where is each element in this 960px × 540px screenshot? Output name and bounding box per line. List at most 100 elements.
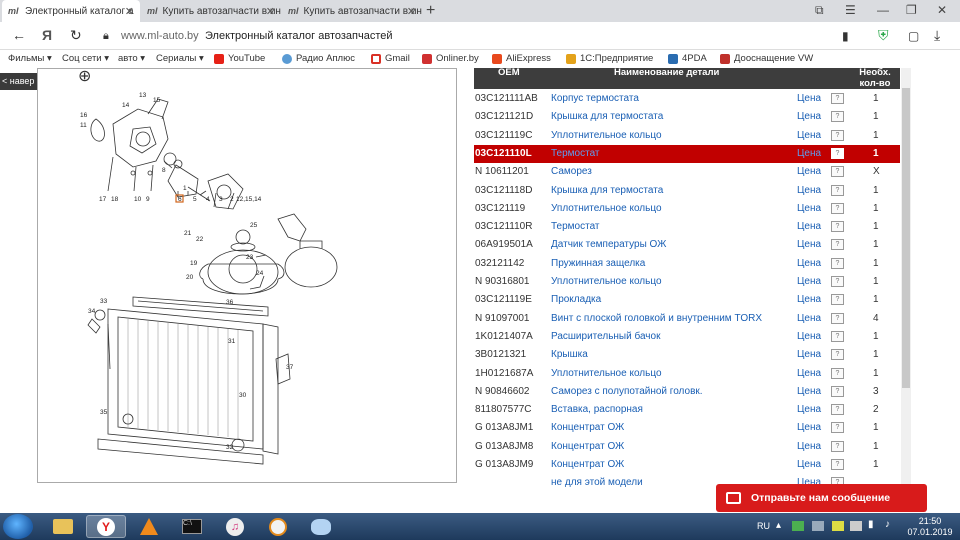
part-name-link[interactable]: Термостат [551, 148, 600, 159]
table-row[interactable]: 03C121110L Термостат Цена? 1 [474, 144, 900, 164]
price-link[interactable]: Цена [797, 130, 821, 141]
price-link[interactable]: Цена [797, 258, 821, 269]
part-name-link[interactable]: Датчик температуры ОЖ [551, 239, 666, 250]
price-link[interactable]: Цена [797, 239, 821, 250]
table-row[interactable]: 1H0121687A Уплотнительное кольцо Цена? 1 [474, 365, 900, 383]
info-icon[interactable]: ? [831, 111, 844, 123]
info-icon[interactable]: ? [831, 385, 844, 397]
table-row[interactable]: 03C121119C Уплотнительное кольцо Цена? 1 [474, 127, 900, 145]
clock[interactable]: 21:50 07.01.2019 [905, 516, 955, 538]
bookmark-icon[interactable]: ▮ [842, 29, 849, 43]
part-name-link[interactable]: Саморез с полупотайной головк. [551, 386, 703, 397]
bookmark-folder-auto[interactable]: авто ▾ [118, 53, 145, 64]
bookmark-youtube[interactable]: YouTube [214, 53, 265, 64]
menu-icon[interactable]: ☰ [845, 3, 856, 17]
table-row[interactable]: G 013A8JM1 Концентрат ОЖ Цена? 1 [474, 419, 900, 437]
start-button[interactable] [3, 514, 33, 539]
part-name-link[interactable]: Уплотнительное кольцо [551, 130, 662, 141]
price-link[interactable]: Цена [797, 459, 821, 470]
tab-3[interactable]: ml Купить автозапчасти в инт ✕ [282, 0, 422, 22]
table-row[interactable]: 03C121118D Крышка для термостата Цена? 1 [474, 182, 900, 200]
info-icon[interactable]: ? [831, 459, 844, 470]
tray-app-icon[interactable] [792, 521, 804, 531]
extension-icon[interactable]: ▢ [908, 29, 919, 43]
part-name-link[interactable]: Расширительный бачок [551, 331, 660, 342]
price-link[interactable]: Цена [797, 349, 821, 360]
price-link[interactable]: Цена [797, 221, 821, 232]
info-icon[interactable]: ? [831, 93, 844, 104]
bookmark-1c[interactable]: 1С:Предприятие [566, 53, 653, 64]
info-icon[interactable]: ? [831, 257, 844, 269]
part-name-link[interactable]: Концентрат ОЖ [551, 422, 624, 433]
part-name-link[interactable]: Уплотнительное кольцо [551, 203, 662, 214]
close-window-icon[interactable]: ✕ [937, 3, 947, 17]
price-link[interactable]: Цена [797, 422, 821, 433]
price-link[interactable]: Цена [797, 93, 821, 104]
table-row[interactable]: 03C121121D Крышка для термостата Цена? 1 [474, 108, 900, 126]
terminal-taskbar-icon[interactable]: C:\ [172, 515, 212, 538]
info-icon[interactable]: ? [831, 422, 844, 434]
info-icon[interactable]: ? [831, 312, 844, 324]
table-row[interactable]: N 91097001 Винт с плоской головкой и внут… [474, 310, 900, 328]
close-icon[interactable]: ✕ [125, 5, 134, 18]
close-icon[interactable]: ✕ [266, 5, 275, 18]
part-name-link[interactable]: Саморез [551, 166, 592, 177]
maximize-icon[interactable]: ❐ [906, 3, 917, 17]
price-link[interactable]: Цена [797, 404, 821, 415]
volume-icon[interactable]: ♪ [885, 519, 890, 530]
network-icon[interactable] [850, 521, 862, 531]
yandex-browser-taskbar-icon[interactable]: Y [86, 515, 126, 538]
price-link[interactable]: Цена [797, 368, 821, 379]
part-name-link[interactable]: Уплотнительное кольцо [551, 368, 662, 379]
bookmark-folder-social[interactable]: Соц сети ▾ [62, 53, 109, 64]
price-link[interactable]: Цена [797, 294, 821, 305]
part-name-link[interactable]: Прокладка [551, 294, 601, 305]
table-row[interactable]: 03C121110R Термостат Цена? 1 [474, 218, 900, 236]
speedometer-taskbar-icon[interactable] [258, 515, 298, 538]
table-row[interactable]: 032121142 Пружинная защелка Цена? 1 [474, 255, 900, 273]
info-icon[interactable]: ? [831, 276, 844, 287]
reload-icon[interactable]: ↻ [70, 27, 82, 44]
table-row[interactable]: N 90316801 Уплотнительное кольцо Цена? 1 [474, 273, 900, 291]
info-icon[interactable]: ? [831, 129, 844, 141]
part-name-link[interactable]: Крышка [551, 349, 588, 360]
part-name-link[interactable]: Термостат [551, 221, 600, 232]
part-name-link[interactable]: Пружинная защелка [551, 258, 645, 269]
part-name-link[interactable]: Концентрат ОЖ [551, 459, 624, 470]
table-row[interactable]: G 013A8JM9 Концентрат ОЖ Цена? 1 [474, 456, 900, 474]
tray-app-icon[interactable] [812, 521, 824, 531]
table-row[interactable]: 03C121111AB Корпус термостата Цена? 1 [474, 90, 900, 108]
info-icon[interactable]: ? [831, 221, 844, 233]
bookmark-aliexpress[interactable]: AliExpress [492, 53, 551, 64]
bookmark-4pda[interactable]: 4PDA [668, 53, 707, 64]
table-row[interactable]: N 10611201 Саморез Цена? X [474, 163, 900, 181]
explorer-taskbar-icon[interactable] [43, 515, 83, 538]
part-name-link[interactable]: Концентрат ОЖ [551, 441, 624, 452]
price-link[interactable]: Цена [797, 166, 821, 177]
table-row[interactable]: 811807577C Вставка, распорная Цена? 2 [474, 401, 900, 419]
part-name-link[interactable]: Винт с плоской головкой и внутренним TOR… [551, 313, 762, 324]
bookmark-onliner[interactable]: Onliner.by [422, 53, 479, 64]
bookmark-folder-films[interactable]: Фильмы ▾ [8, 53, 52, 64]
bookmarks-manager-icon[interactable]: ⧉ [815, 3, 824, 18]
tab-2[interactable]: ml Купить автозапчасти в инт ✕ [141, 0, 281, 22]
part-name-link[interactable]: Вставка, распорная [551, 404, 643, 415]
info-icon[interactable]: ? [831, 367, 844, 379]
new-tab-button[interactable]: + [426, 2, 435, 20]
info-icon[interactable]: ? [831, 404, 844, 416]
minimize-icon[interactable]: — [877, 3, 889, 17]
url-text[interactable]: www.ml-auto.by [121, 30, 199, 42]
price-link[interactable]: Цена [797, 185, 821, 196]
info-icon[interactable]: ? [831, 349, 844, 361]
price-link[interactable]: Цена [797, 313, 821, 324]
info-icon[interactable]: ? [831, 184, 844, 196]
scrollbar[interactable] [901, 68, 911, 488]
itunes-taskbar-icon[interactable]: ♫ [215, 515, 255, 538]
battery-icon[interactable]: ▮ [868, 519, 874, 530]
download-icon[interactable]: ⤓ [934, 27, 940, 44]
tray-app-icon[interactable] [832, 521, 844, 531]
part-name-link[interactable]: Уплотнительное кольцо [551, 276, 662, 287]
tab-1[interactable]: ml Электронный каталог а ✕ [2, 0, 140, 22]
price-link[interactable]: Цена [797, 148, 821, 159]
paint-taskbar-icon[interactable] [301, 515, 341, 538]
